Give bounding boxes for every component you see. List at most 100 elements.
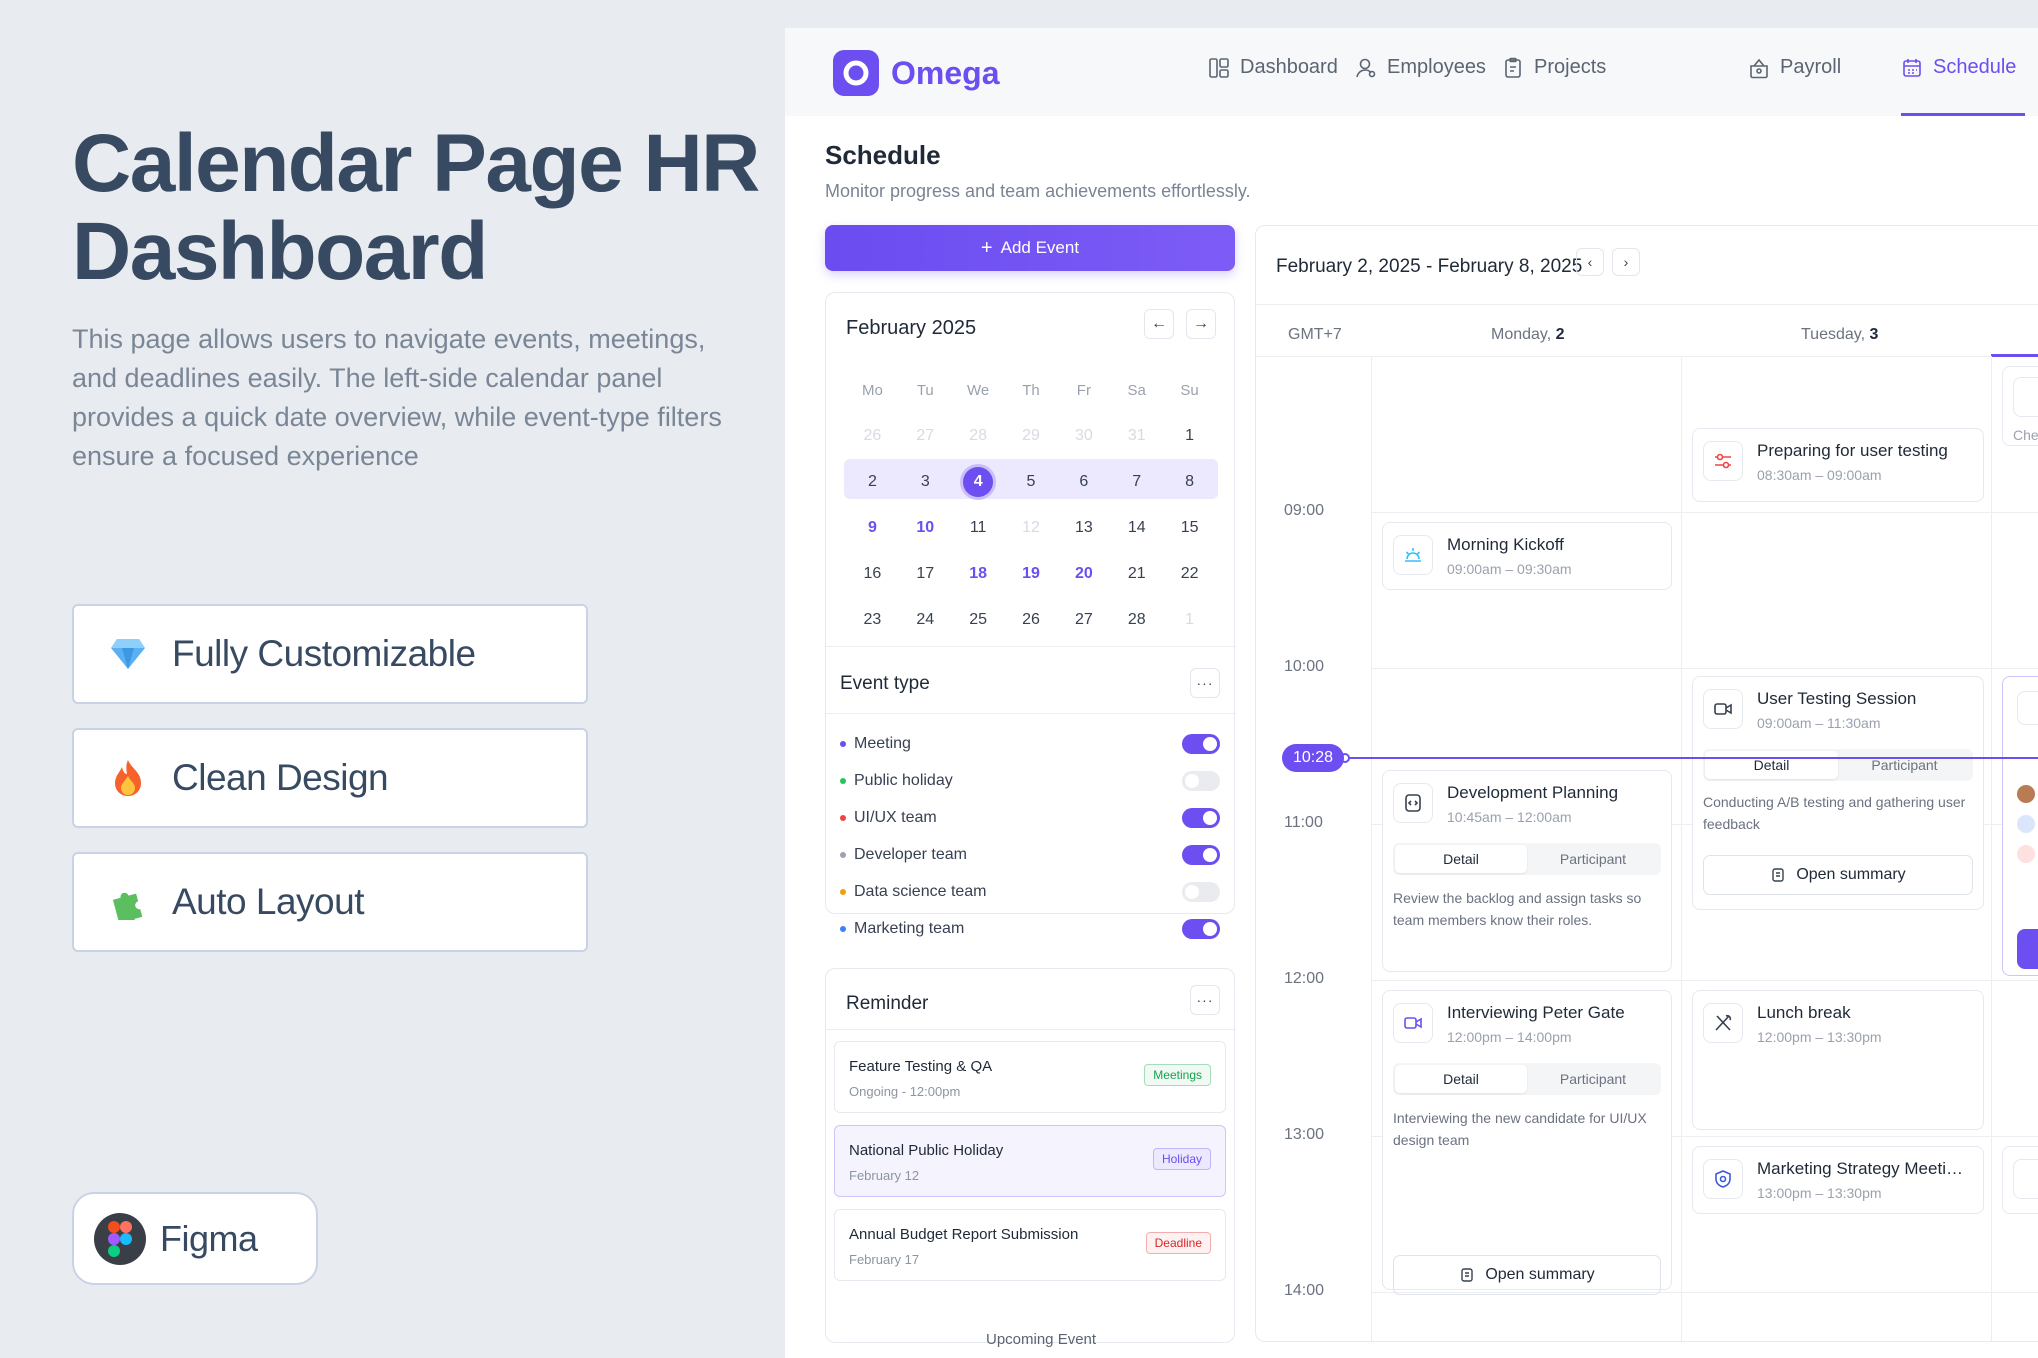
event-partial-wednesday[interactable]: Che opti [2002, 366, 2038, 446]
reminder-date: Ongoing - 12:00pm [849, 1084, 961, 1099]
tab-detail[interactable]: Detail [1395, 1065, 1527, 1093]
calendar-day[interactable]: 13 [1057, 519, 1110, 537]
calendar-day[interactable]: 1 [1163, 427, 1216, 445]
calendar-day[interactable]: 14 [1110, 519, 1163, 537]
reminder-item[interactable]: National Public Holiday February 12 Holida… [834, 1125, 1226, 1197]
tab-participant[interactable]: Participant [1527, 845, 1659, 873]
nav-employees[interactable]: Employees [1355, 56, 1486, 79]
add-event-button[interactable]: + Add Event [825, 225, 1235, 271]
calendar-day[interactable]: 25 [952, 611, 1005, 629]
event-title: Development Planning [1447, 783, 1619, 802]
brand[interactable]: Omega [833, 50, 999, 96]
calendar-day[interactable]: 21 [1110, 565, 1163, 583]
event-partial-wednesday-3[interactable] [2002, 1146, 2038, 1214]
nav-label: Schedule [1933, 56, 2017, 78]
event-type-toggle[interactable] [1182, 882, 1220, 902]
upcoming-event-link[interactable]: Upcoming Event [986, 1331, 1096, 1348]
calendar-day[interactable]: 1 [1163, 611, 1216, 629]
event-type-more-button[interactable]: ··· [1190, 668, 1220, 698]
divider [1256, 356, 2038, 357]
calendar-day[interactable]: 26 [1005, 611, 1058, 629]
prev-week-button[interactable]: ‹ [1576, 248, 1604, 276]
divider [826, 646, 1236, 647]
event-icon-frame [2013, 377, 2038, 417]
calendar-day[interactable]: 7 [1110, 473, 1163, 491]
event-type-toggle[interactable] [1182, 771, 1220, 791]
event-type-toggle[interactable] [1182, 919, 1220, 939]
calendar-day[interactable]: 19 [1005, 565, 1058, 583]
nav-schedule[interactable]: Schedule [1901, 56, 2016, 79]
calendar-day[interactable]: 30 [1057, 427, 1110, 445]
calendar-day[interactable]: 8 [1163, 473, 1216, 491]
event-lunch-break[interactable]: Lunch break 12:00pm – 13:30pm [1692, 990, 1984, 1130]
nav-dashboard[interactable]: Dashboard [1208, 56, 1338, 79]
calendar-day[interactable]: 5 [1005, 473, 1058, 491]
event-type-toggle[interactable] [1182, 808, 1220, 828]
event-interview-peter-gate[interactable]: Interviewing Peter Gate 12:00pm – 14:00p… [1382, 990, 1672, 1295]
open-summary-button[interactable]: Open summary [1393, 1255, 1661, 1295]
calendar-week-row: 9 10 11 12 13 14 15 [846, 505, 1216, 551]
calendar-day[interactable]: 23 [846, 611, 899, 629]
calendar-day[interactable]: 26 [846, 427, 899, 445]
calendar-day[interactable]: 15 [1163, 519, 1216, 537]
reminder-more-button[interactable]: ··· [1190, 985, 1220, 1015]
calendar-day[interactable]: 27 [899, 427, 952, 445]
calendar-day[interactable]: 18 [952, 565, 1005, 583]
color-dot-icon [840, 741, 846, 747]
event-marketing-strategy[interactable]: Marketing Strategy Meeti… 13:00pm – 13:3… [1692, 1146, 1984, 1214]
tab-detail[interactable]: Detail [1705, 751, 1838, 779]
tab-participant[interactable]: Participant [1838, 751, 1971, 779]
event-user-testing-session[interactable]: User Testing Session 09:00am – 11:30am D… [1692, 676, 1984, 910]
event-type-toggle[interactable] [1182, 734, 1220, 754]
next-month-button[interactable]: → [1186, 309, 1216, 339]
next-week-button[interactable]: › [1612, 248, 1640, 276]
event-type-toggle[interactable] [1182, 845, 1220, 865]
color-dot-icon [840, 815, 846, 821]
event-title: Marketing Strategy Meeti… [1757, 1159, 1963, 1178]
event-title: Lunch break [1757, 1003, 1851, 1022]
event-development-planning[interactable]: Development Planning 10:45am – 12:00am D… [1382, 770, 1672, 972]
tab-detail[interactable]: Detail [1395, 845, 1527, 873]
reminder-item[interactable]: Feature Testing & QA Ongoing - 12:00pm Mee… [834, 1041, 1226, 1113]
nav-payroll[interactable]: Payroll [1748, 56, 1841, 79]
calendar-day[interactable]: 11 [952, 519, 1005, 537]
calendar-day[interactable]: 28 [952, 427, 1005, 445]
event-time: 10:45am – 12:00am [1447, 809, 1572, 825]
arrow-right-icon: → [1193, 315, 1209, 332]
calendar-day[interactable]: 31 [1110, 427, 1163, 445]
divider [826, 1029, 1236, 1030]
calendar-day[interactable]: 12 [1005, 519, 1058, 537]
event-partial-wednesday-2[interactable] [2002, 676, 2038, 976]
calendar-day[interactable]: 27 [1057, 611, 1110, 629]
prev-month-button[interactable]: ← [1144, 309, 1174, 339]
open-summary-button[interactable]: Open summary [1703, 855, 1973, 895]
calendar-day[interactable]: 10 [899, 519, 952, 537]
calendar-day[interactable]: 2 [846, 473, 899, 491]
fire-icon [106, 756, 150, 800]
reminder-item[interactable]: Annual Budget Report Submission February … [834, 1209, 1226, 1281]
color-dot-icon [840, 778, 846, 784]
partial-button[interactable] [2017, 929, 2038, 969]
nav-projects[interactable]: Projects [1502, 56, 1606, 79]
calendar-day[interactable]: 16 [846, 565, 899, 583]
tab-participant[interactable]: Participant [1527, 1065, 1659, 1093]
calendar-day[interactable]: 22 [1163, 565, 1216, 583]
calendar-day[interactable]: 3 [899, 473, 952, 491]
calendar-day-today[interactable]: 4 [952, 467, 1005, 497]
calendar-day[interactable]: 9 [846, 519, 899, 537]
hour-line [1371, 668, 2038, 669]
chevron-left-icon: ‹ [1587, 254, 1593, 270]
calendar-day[interactable]: 17 [899, 565, 952, 583]
event-type-label: Data science team [854, 883, 987, 900]
reminder-date: February 17 [849, 1252, 920, 1267]
event-morning-kickoff[interactable]: Morning Kickoff 09:00am – 09:30am [1382, 522, 1672, 590]
calendar-day[interactable]: 6 [1057, 473, 1110, 491]
calendar-day[interactable]: 20 [1057, 565, 1110, 583]
event-preparing-user-testing[interactable]: Preparing for user testing 08:30am – 09:… [1692, 428, 1984, 502]
reminder-card: Reminder ··· Feature Testing & QA Ongoing… [825, 968, 1236, 1348]
calendar-day[interactable]: 24 [899, 611, 952, 629]
calendar-day[interactable]: 28 [1110, 611, 1163, 629]
calendar-day[interactable]: 29 [1005, 427, 1058, 445]
more-icon: ··· [1196, 675, 1214, 691]
plus-icon: + [980, 236, 993, 259]
